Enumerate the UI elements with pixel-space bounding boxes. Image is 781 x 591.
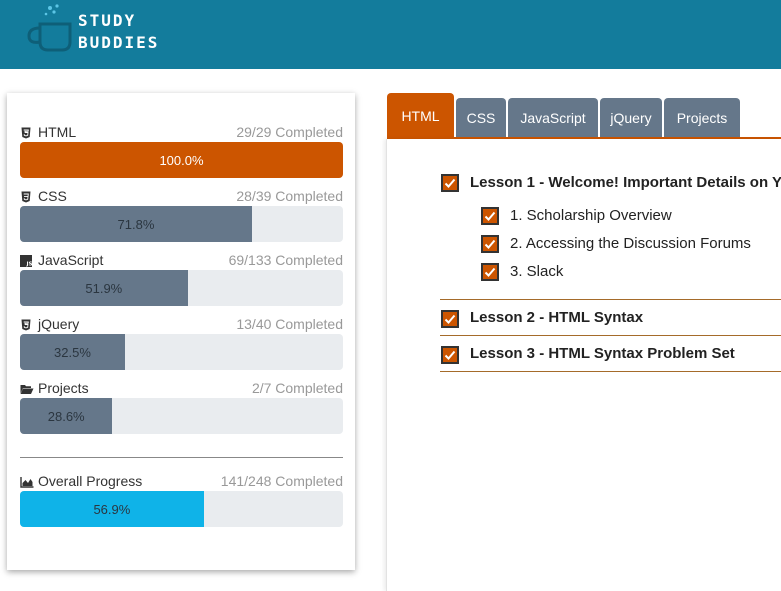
progress-fill: 32.5% bbox=[20, 334, 125, 370]
progress-percent: 100.0% bbox=[159, 152, 204, 168]
progress-row-projects: Projects 2/7 Completed 28.6% bbox=[20, 380, 343, 434]
tab-javascript[interactable]: JavaScript bbox=[508, 98, 598, 138]
progress-count: 141/248 Completed bbox=[220, 473, 343, 489]
progress-percent: 71.8% bbox=[117, 216, 155, 232]
study-buddies-logo[interactable]: STUDY BUDDIES bbox=[26, 2, 186, 58]
progress-fill: 56.9% bbox=[20, 491, 204, 527]
tab-label: jQuery bbox=[610, 110, 652, 126]
progress-label: CSS bbox=[38, 188, 67, 204]
progress-bar: 71.8% bbox=[20, 206, 343, 242]
lesson-checkbox[interactable] bbox=[441, 310, 459, 328]
progress-percent: 51.9% bbox=[85, 280, 123, 296]
checkmark-icon bbox=[444, 178, 456, 188]
progress-row-javascript: JS JavaScript 69/133 Completed 51.9% bbox=[20, 252, 343, 306]
lesson-separator bbox=[440, 371, 781, 372]
html5-icon bbox=[21, 319, 31, 331]
progress-count: 28/39 Completed bbox=[236, 188, 343, 204]
divider bbox=[20, 457, 343, 458]
lesson-title[interactable]: Lesson 3 - HTML Syntax Problem Set bbox=[470, 345, 735, 362]
lesson-separator bbox=[440, 299, 781, 300]
lesson-title[interactable]: Lesson 2 - HTML Syntax bbox=[470, 309, 643, 326]
lesson-checkbox[interactable] bbox=[441, 346, 459, 364]
progress-row-overall: Overall Progress 141/248 Completed 56.9% bbox=[20, 473, 343, 527]
progress-row-html: HTML 29/29 Completed 100.0% bbox=[20, 124, 343, 178]
checkmark-icon bbox=[484, 211, 496, 221]
progress-count: 13/40 Completed bbox=[236, 316, 343, 332]
progress-bar: 51.9% bbox=[20, 270, 343, 306]
coffee-cup-icon bbox=[27, 4, 72, 52]
svg-text:JS: JS bbox=[26, 262, 33, 268]
progress-label: Overall Progress bbox=[38, 473, 143, 489]
progress-fill: 28.6% bbox=[20, 398, 113, 434]
lesson-item-label[interactable]: 1. Scholarship Overview bbox=[510, 207, 672, 224]
progress-fill: 71.8% bbox=[20, 206, 252, 242]
lesson-checkbox[interactable] bbox=[441, 174, 459, 192]
progress-bar: 32.5% bbox=[20, 334, 343, 370]
progress-percent: 28.6% bbox=[47, 408, 85, 424]
lesson-item-label[interactable]: 3. Slack bbox=[510, 263, 563, 280]
progress-bar: 56.9% bbox=[20, 491, 343, 527]
progress-row-jquery: jQuery 13/40 Completed 32.5% bbox=[20, 316, 343, 370]
tab-label: Projects bbox=[676, 110, 728, 126]
logo-line-1: STUDY bbox=[78, 11, 137, 30]
html5-icon bbox=[21, 127, 31, 139]
tab-jquery[interactable]: jQuery bbox=[600, 98, 662, 138]
progress-count: 29/29 Completed bbox=[236, 124, 343, 140]
tab-projects[interactable]: Projects bbox=[664, 98, 740, 138]
lesson-item-checkbox[interactable] bbox=[481, 207, 499, 225]
progress-label: JavaScript bbox=[38, 252, 104, 268]
progress-count: 2/7 Completed bbox=[251, 380, 343, 396]
logo-text: STUDY BUDDIES bbox=[78, 10, 159, 54]
tab-css[interactable]: CSS bbox=[456, 98, 506, 138]
tab-label: CSS bbox=[466, 110, 496, 126]
area-chart-icon bbox=[20, 477, 34, 488]
progress-count: 69/133 Completed bbox=[228, 252, 343, 268]
lesson-item-checkbox[interactable] bbox=[481, 235, 499, 253]
css3-icon bbox=[21, 191, 31, 203]
lesson-separator bbox=[440, 335, 781, 336]
progress-percent: 56.9% bbox=[93, 501, 131, 517]
progress-bar: 28.6% bbox=[20, 398, 343, 434]
progress-label: Projects bbox=[38, 380, 89, 396]
folder-open-icon bbox=[20, 385, 34, 394]
checkmark-icon bbox=[484, 239, 496, 249]
progress-label: jQuery bbox=[38, 316, 80, 332]
checkmark-icon bbox=[444, 314, 456, 324]
checkmark-icon bbox=[444, 350, 456, 360]
checkmark-icon bbox=[484, 267, 496, 277]
lesson-item-label[interactable]: 2. Accessing the Discussion Forums bbox=[510, 235, 751, 252]
app-header: STUDY BUDDIES bbox=[0, 0, 781, 69]
progress-label: HTML bbox=[38, 124, 77, 140]
progress-bar: 100.0% bbox=[20, 142, 343, 178]
progress-panel: HTML 29/29 Completed 100.0% CSS 28/39 Co… bbox=[7, 93, 355, 570]
progress-fill: 51.9% bbox=[20, 270, 188, 306]
tab-label: HTML bbox=[401, 108, 440, 124]
progress-fill: 100.0% bbox=[20, 142, 343, 178]
progress-percent: 32.5% bbox=[54, 344, 91, 360]
js-icon: JS bbox=[20, 255, 32, 267]
progress-row-css: CSS 28/39 Completed 71.8% bbox=[20, 188, 343, 242]
tab-html[interactable]: HTML bbox=[387, 93, 454, 139]
tab-label: JavaScript bbox=[520, 110, 586, 126]
lesson-title[interactable]: Lesson 1 - Welcome! Important Details on… bbox=[470, 174, 781, 191]
logo-line-2: BUDDIES bbox=[78, 33, 160, 52]
lesson-item-checkbox[interactable] bbox=[481, 263, 499, 281]
